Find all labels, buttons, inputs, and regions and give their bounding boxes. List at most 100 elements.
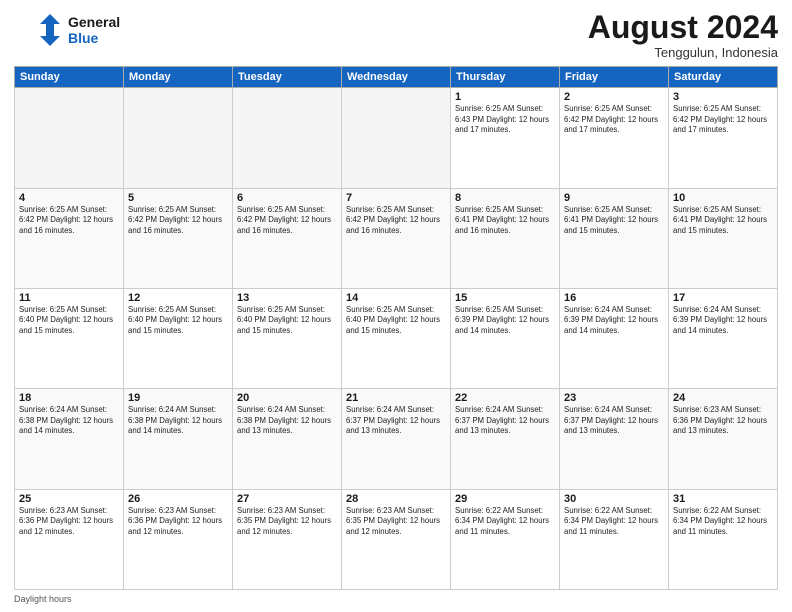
day-info: Sunrise: 6:23 AM Sunset: 6:36 PM Dayligh… [19,506,119,538]
calendar-cell: 30Sunrise: 6:22 AM Sunset: 6:34 PM Dayli… [560,489,669,589]
calendar-cell: 17Sunrise: 6:24 AM Sunset: 6:39 PM Dayli… [669,288,778,388]
calendar-cell: 31Sunrise: 6:22 AM Sunset: 6:34 PM Dayli… [669,489,778,589]
calendar-cell: 21Sunrise: 6:24 AM Sunset: 6:37 PM Dayli… [342,389,451,489]
calendar-cell: 4Sunrise: 6:25 AM Sunset: 6:42 PM Daylig… [15,188,124,288]
day-number: 11 [19,292,119,304]
calendar-cell: 19Sunrise: 6:24 AM Sunset: 6:38 PM Dayli… [124,389,233,489]
day-info: Sunrise: 6:25 AM Sunset: 6:40 PM Dayligh… [237,305,337,337]
day-number: 31 [673,493,773,505]
calendar-cell: 16Sunrise: 6:24 AM Sunset: 6:39 PM Dayli… [560,288,669,388]
day-number: 23 [564,392,664,404]
calendar-cell: 23Sunrise: 6:24 AM Sunset: 6:37 PM Dayli… [560,389,669,489]
day-number: 26 [128,493,228,505]
calendar-header-row: SundayMondayTuesdayWednesdayThursdayFrid… [15,67,778,88]
day-info: Sunrise: 6:24 AM Sunset: 6:38 PM Dayligh… [128,405,228,437]
calendar-cell: 12Sunrise: 6:25 AM Sunset: 6:40 PM Dayli… [124,288,233,388]
month-year: August 2024 [588,10,778,45]
calendar-cell: 22Sunrise: 6:24 AM Sunset: 6:37 PM Dayli… [451,389,560,489]
logo-blue: Blue [68,30,120,46]
calendar-week-5: 25Sunrise: 6:23 AM Sunset: 6:36 PM Dayli… [15,489,778,589]
col-header-saturday: Saturday [669,67,778,88]
day-number: 28 [346,493,446,505]
day-number: 27 [237,493,337,505]
day-number: 24 [673,392,773,404]
calendar-cell [342,88,451,188]
day-number: 30 [564,493,664,505]
day-info: Sunrise: 6:25 AM Sunset: 6:40 PM Dayligh… [19,305,119,337]
col-header-monday: Monday [124,67,233,88]
day-info: Sunrise: 6:24 AM Sunset: 6:38 PM Dayligh… [237,405,337,437]
calendar-cell: 13Sunrise: 6:25 AM Sunset: 6:40 PM Dayli… [233,288,342,388]
calendar-cell: 28Sunrise: 6:23 AM Sunset: 6:35 PM Dayli… [342,489,451,589]
calendar-cell: 1Sunrise: 6:25 AM Sunset: 6:43 PM Daylig… [451,88,560,188]
day-info: Sunrise: 6:24 AM Sunset: 6:39 PM Dayligh… [673,305,773,337]
day-number: 1 [455,91,555,103]
day-number: 17 [673,292,773,304]
calendar-cell: 15Sunrise: 6:25 AM Sunset: 6:39 PM Dayli… [451,288,560,388]
day-number: 3 [673,91,773,103]
page: GeneralBlue August 2024 Tenggulun, Indon… [0,0,792,612]
day-info: Sunrise: 6:24 AM Sunset: 6:39 PM Dayligh… [564,305,664,337]
day-info: Sunrise: 6:22 AM Sunset: 6:34 PM Dayligh… [673,506,773,538]
day-number: 12 [128,292,228,304]
day-number: 25 [19,493,119,505]
day-info: Sunrise: 6:25 AM Sunset: 6:41 PM Dayligh… [673,205,773,237]
day-info: Sunrise: 6:23 AM Sunset: 6:36 PM Dayligh… [673,405,773,437]
day-info: Sunrise: 6:23 AM Sunset: 6:35 PM Dayligh… [346,506,446,538]
day-number: 10 [673,192,773,204]
day-number: 7 [346,192,446,204]
day-number: 4 [19,192,119,204]
day-number: 2 [564,91,664,103]
calendar-week-4: 18Sunrise: 6:24 AM Sunset: 6:38 PM Dayli… [15,389,778,489]
calendar-cell [124,88,233,188]
day-number: 5 [128,192,228,204]
day-number: 16 [564,292,664,304]
calendar-cell: 20Sunrise: 6:24 AM Sunset: 6:38 PM Dayli… [233,389,342,489]
calendar-cell: 8Sunrise: 6:25 AM Sunset: 6:41 PM Daylig… [451,188,560,288]
day-info: Sunrise: 6:25 AM Sunset: 6:42 PM Dayligh… [19,205,119,237]
col-header-friday: Friday [560,67,669,88]
calendar-cell: 26Sunrise: 6:23 AM Sunset: 6:36 PM Dayli… [124,489,233,589]
calendar-table: SundayMondayTuesdayWednesdayThursdayFrid… [14,66,778,590]
day-info: Sunrise: 6:24 AM Sunset: 6:38 PM Dayligh… [19,405,119,437]
calendar-week-1: 1Sunrise: 6:25 AM Sunset: 6:43 PM Daylig… [15,88,778,188]
calendar-cell: 6Sunrise: 6:25 AM Sunset: 6:42 PM Daylig… [233,188,342,288]
footer-text: Daylight hours [14,594,72,604]
day-info: Sunrise: 6:24 AM Sunset: 6:37 PM Dayligh… [564,405,664,437]
title-block: August 2024 Tenggulun, Indonesia [588,10,778,60]
day-info: Sunrise: 6:25 AM Sunset: 6:43 PM Dayligh… [455,104,555,136]
calendar-cell [233,88,342,188]
logo: GeneralBlue [14,10,120,50]
day-info: Sunrise: 6:25 AM Sunset: 6:42 PM Dayligh… [346,205,446,237]
day-info: Sunrise: 6:25 AM Sunset: 6:39 PM Dayligh… [455,305,555,337]
footer: Daylight hours [14,594,778,604]
day-info: Sunrise: 6:24 AM Sunset: 6:37 PM Dayligh… [346,405,446,437]
day-number: 9 [564,192,664,204]
day-number: 22 [455,392,555,404]
calendar-cell: 14Sunrise: 6:25 AM Sunset: 6:40 PM Dayli… [342,288,451,388]
day-info: Sunrise: 6:24 AM Sunset: 6:37 PM Dayligh… [455,405,555,437]
col-header-wednesday: Wednesday [342,67,451,88]
day-number: 15 [455,292,555,304]
calendar-cell: 27Sunrise: 6:23 AM Sunset: 6:35 PM Dayli… [233,489,342,589]
day-info: Sunrise: 6:23 AM Sunset: 6:35 PM Dayligh… [237,506,337,538]
calendar-cell: 7Sunrise: 6:25 AM Sunset: 6:42 PM Daylig… [342,188,451,288]
day-number: 29 [455,493,555,505]
calendar-cell: 9Sunrise: 6:25 AM Sunset: 6:41 PM Daylig… [560,188,669,288]
calendar-week-3: 11Sunrise: 6:25 AM Sunset: 6:40 PM Dayli… [15,288,778,388]
col-header-sunday: Sunday [15,67,124,88]
day-info: Sunrise: 6:22 AM Sunset: 6:34 PM Dayligh… [455,506,555,538]
calendar-cell: 29Sunrise: 6:22 AM Sunset: 6:34 PM Dayli… [451,489,560,589]
day-info: Sunrise: 6:25 AM Sunset: 6:41 PM Dayligh… [455,205,555,237]
col-header-tuesday: Tuesday [233,67,342,88]
day-number: 19 [128,392,228,404]
logo-svg [14,10,64,50]
day-info: Sunrise: 6:25 AM Sunset: 6:40 PM Dayligh… [346,305,446,337]
day-number: 20 [237,392,337,404]
calendar-cell [15,88,124,188]
calendar-cell: 25Sunrise: 6:23 AM Sunset: 6:36 PM Dayli… [15,489,124,589]
day-info: Sunrise: 6:25 AM Sunset: 6:42 PM Dayligh… [237,205,337,237]
calendar-week-2: 4Sunrise: 6:25 AM Sunset: 6:42 PM Daylig… [15,188,778,288]
header: GeneralBlue August 2024 Tenggulun, Indon… [14,10,778,60]
logo-text-container: GeneralBlue [68,14,120,46]
